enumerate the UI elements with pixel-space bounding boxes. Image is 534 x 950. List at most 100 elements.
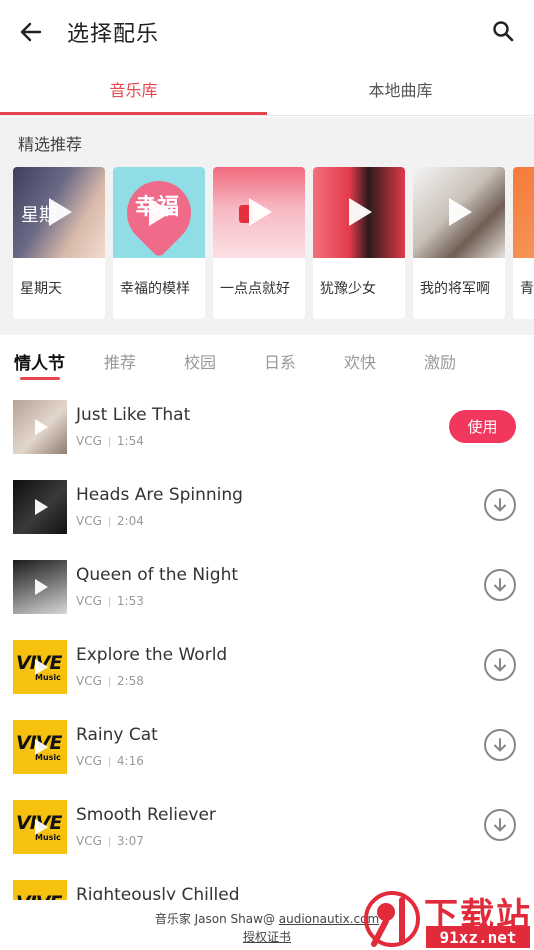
card-cover <box>413 167 505 258</box>
featured-card[interactable]: 青 <box>513 167 534 319</box>
song-duration: 1:53 <box>116 594 144 608</box>
list-item[interactable]: Heads Are Spinning VCG 2:04 <box>0 480 534 560</box>
featured-card[interactable]: 一点点就好 <box>213 167 305 319</box>
song-artist: VCG <box>76 514 102 528</box>
song-title: Rainy Cat <box>76 725 158 745</box>
song-artist: VCG <box>76 674 102 688</box>
card-label: 一点点就好 <box>220 281 290 297</box>
download-icon <box>494 738 506 752</box>
category-tabs: 情人节 推荐 校园 日系 欢快 激励 <box>0 335 534 385</box>
download-icon <box>494 578 506 592</box>
song-title: Just Like That <box>76 405 191 425</box>
play-icon <box>349 198 372 226</box>
download-button[interactable] <box>484 729 516 761</box>
featured-title: 精选推荐 <box>18 135 83 154</box>
featured-card[interactable]: 犹豫少女 <box>313 167 405 319</box>
tab-campus[interactable]: 校园 <box>184 349 216 373</box>
meta-divider <box>108 436 110 447</box>
play-icon[interactable] <box>35 819 48 835</box>
app-bar: 选择配乐 <box>0 0 534 62</box>
list-item[interactable]: VIVE Music Smooth Reliever VCG 3:07 <box>0 800 534 880</box>
song-artist: VCG <box>76 834 102 848</box>
card-label: 犹豫少女 <box>320 281 376 297</box>
song-cover <box>13 480 67 534</box>
list-item[interactable]: VIVE Music Rainy Cat VCG 4:16 <box>0 720 534 800</box>
play-icon[interactable] <box>35 419 48 435</box>
play-icon <box>149 198 172 226</box>
download-button[interactable] <box>484 809 516 841</box>
featured-section: 精选推荐 星期 星期天 幸福 幸福的模样 一点点就好 犹豫少女 我的将军啊 青 <box>0 117 534 335</box>
song-artist: VCG <box>76 434 102 448</box>
download-icon <box>494 818 506 832</box>
song-artist: VCG <box>76 754 102 768</box>
song-duration: 1:54 <box>116 434 144 448</box>
song-meta: VCG 4:16 <box>76 754 144 768</box>
back-button[interactable] <box>16 17 46 47</box>
search-button[interactable] <box>488 16 518 46</box>
list-item[interactable]: Just Like That VCG 1:54 使用 <box>0 400 534 480</box>
meta-divider <box>108 596 110 607</box>
song-title: Queen of the Night <box>76 565 239 585</box>
song-title: Heads Are Spinning <box>76 485 243 505</box>
credit-text: 音乐家 Jason Shaw@ <box>154 912 279 926</box>
card-label: 我的将军啊 <box>420 281 490 297</box>
download-button[interactable] <box>484 569 516 601</box>
category-indicator <box>20 377 60 380</box>
source-tabs: 音乐库 本地曲库 <box>0 62 534 116</box>
meta-divider <box>108 836 110 847</box>
watermark: 下载站 91xz.net <box>360 888 534 950</box>
tab-local-library[interactable]: 本地曲库 <box>267 62 534 116</box>
card-cover <box>313 167 405 258</box>
list-item[interactable]: Queen of the Night VCG 1:53 <box>0 560 534 640</box>
song-cover: VIVE Music <box>13 640 67 694</box>
page-title: 选择配乐 <box>67 22 160 47</box>
card-label: 青 <box>520 281 534 297</box>
song-cover: VIVE Music <box>13 720 67 774</box>
song-meta: VCG 1:53 <box>76 594 144 608</box>
watermark-logo-icon <box>364 891 420 947</box>
play-icon <box>49 198 72 226</box>
song-duration: 2:58 <box>116 674 144 688</box>
card-cover: 星期 <box>13 167 105 258</box>
tab-recommended[interactable]: 推荐 <box>104 349 136 373</box>
song-meta: VCG 2:04 <box>76 514 144 528</box>
list-item[interactable]: VIVE Music Explore the World VCG 2:58 <box>0 640 534 720</box>
song-cover <box>13 560 67 614</box>
card-cover: 幸福 <box>113 167 205 258</box>
song-cover: VIVE Music <box>13 800 67 854</box>
tab-japanese[interactable]: 日系 <box>264 349 296 373</box>
featured-card[interactable]: 幸福 幸福的模样 <box>113 167 205 319</box>
song-duration: 2:04 <box>116 514 144 528</box>
tab-indicator <box>0 112 267 115</box>
card-cover <box>513 167 534 258</box>
play-icon[interactable] <box>35 659 48 675</box>
card-cover <box>213 167 305 258</box>
tab-music-library[interactable]: 音乐库 <box>0 62 267 116</box>
use-button[interactable]: 使用 <box>449 410 516 443</box>
song-meta: VCG 2:58 <box>76 674 144 688</box>
featured-card[interactable]: 星期 星期天 <box>13 167 105 319</box>
play-icon[interactable] <box>35 579 48 595</box>
meta-divider <box>108 676 110 687</box>
search-icon <box>493 21 514 42</box>
download-icon <box>494 658 506 672</box>
tab-inspiring[interactable]: 激励 <box>424 349 456 373</box>
song-title: Smooth Reliever <box>76 805 216 825</box>
song-meta: VCG 3:07 <box>76 834 144 848</box>
play-icon[interactable] <box>35 499 48 515</box>
song-meta: VCG 1:54 <box>76 434 144 448</box>
song-artist: VCG <box>76 594 102 608</box>
song-duration: 4:16 <box>116 754 144 768</box>
watermark-url: 91xz.net <box>426 926 530 948</box>
download-button[interactable] <box>484 649 516 681</box>
play-icon <box>249 198 272 226</box>
tab-cheerful[interactable]: 欢快 <box>344 349 376 373</box>
card-label: 幸福的模样 <box>120 281 190 297</box>
download-button[interactable] <box>484 489 516 521</box>
tab-valentines[interactable]: 情人节 <box>14 349 65 374</box>
play-icon <box>449 198 472 226</box>
featured-card[interactable]: 我的将军啊 <box>413 167 505 319</box>
play-icon[interactable] <box>35 739 48 755</box>
featured-cards: 星期 星期天 幸福 幸福的模样 一点点就好 犹豫少女 我的将军啊 青 <box>13 167 534 319</box>
meta-divider <box>108 756 110 767</box>
